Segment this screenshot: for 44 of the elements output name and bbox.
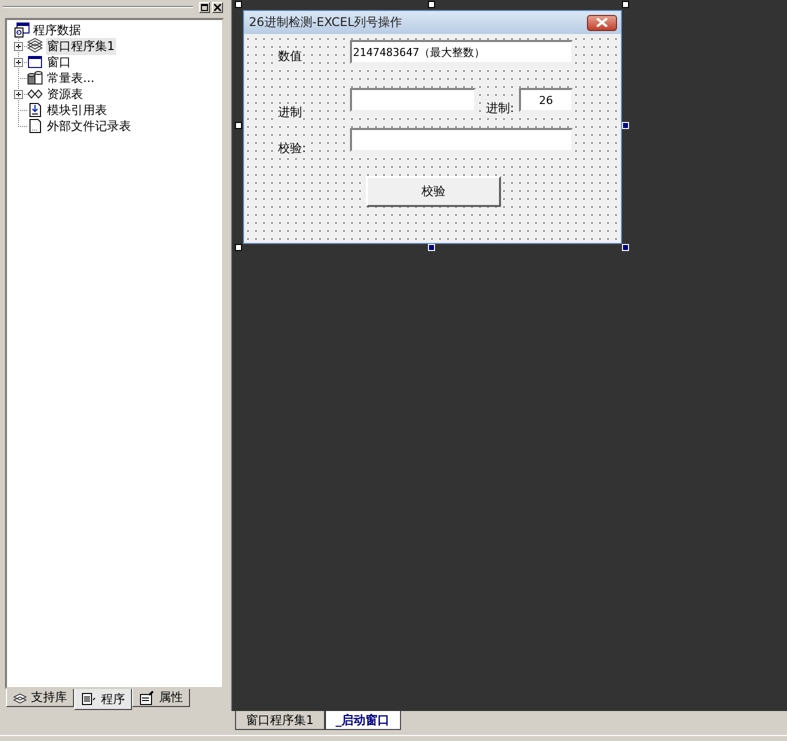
document-icon — [81, 693, 97, 706]
field-label: 进制: — [486, 100, 514, 117]
close-icon — [596, 18, 608, 27]
resize-handle[interactable] — [428, 1, 435, 8]
diamonds-icon — [27, 86, 43, 102]
field-label: 数值 — [278, 48, 302, 65]
document-tab[interactable]: _启动窗口 — [324, 711, 401, 730]
close-icon — [214, 4, 221, 10]
restore-button[interactable] — [199, 2, 210, 12]
field-label: 校验: — [278, 140, 306, 157]
close-button[interactable] — [587, 14, 617, 30]
stack-icon — [27, 38, 43, 54]
restore-icon — [201, 4, 208, 10]
tree-item[interactable]: 常量表... — [46, 70, 96, 86]
radix-field[interactable]: 26 — [519, 88, 573, 112]
panel-tab[interactable]: 程序 — [74, 689, 132, 710]
check-button[interactable]: 校验 — [366, 176, 501, 207]
document-icon — [27, 118, 43, 134]
properties-icon — [139, 690, 155, 705]
stack-icon — [13, 692, 27, 704]
tree-item[interactable]: 资源表 — [46, 86, 84, 102]
tree-item[interactable]: 外部文件记录表 — [46, 118, 132, 134]
panel-tab[interactable]: 支持库 — [6, 689, 74, 708]
input-field[interactable] — [350, 88, 476, 112]
window-icon — [27, 54, 43, 70]
result-field[interactable] — [350, 128, 573, 152]
tree-item[interactable]: 窗口 — [46, 54, 72, 70]
program-icon — [14, 22, 30, 38]
panel-tab[interactable]: 属性 — [132, 689, 190, 708]
resize-handle[interactable] — [235, 244, 242, 251]
resize-handle[interactable] — [235, 122, 242, 129]
expand-icon[interactable] — [14, 42, 23, 50]
tree-item[interactable]: 窗口程序集1 — [46, 38, 116, 54]
expand-icon[interactable] — [14, 90, 23, 98]
resize-handle[interactable] — [235, 1, 242, 8]
document-tab[interactable]: 窗口程序集1 — [235, 711, 325, 730]
document-import-icon — [27, 102, 43, 118]
field-label: 进制 — [278, 104, 302, 121]
tree-item[interactable]: 模块引用表 — [46, 102, 108, 118]
window-title: 26进制检测-EXCEL列号操作 — [249, 14, 402, 31]
tree-item[interactable]: 程序数据 — [32, 22, 82, 38]
expand-icon[interactable] — [14, 58, 23, 66]
resize-handle[interactable] — [622, 1, 629, 8]
value-field[interactable]: 2147483647（最大整数） — [350, 40, 573, 64]
